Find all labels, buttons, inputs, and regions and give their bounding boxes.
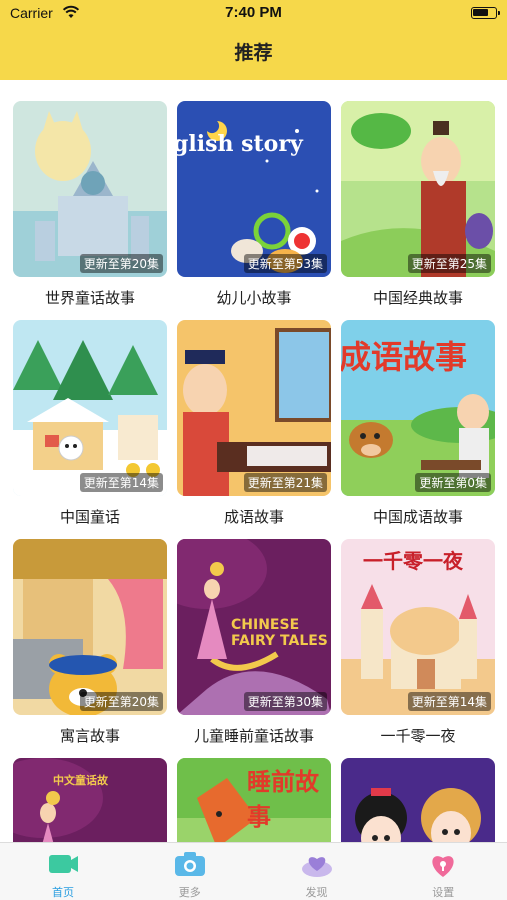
episode-badge: 更新至第14集 bbox=[79, 473, 163, 492]
heart-lock-icon bbox=[432, 856, 454, 877]
story-card[interactable]: 更新至第20集寓言故事 bbox=[13, 539, 167, 746]
story-thumbnail[interactable]: 更新至第21集 bbox=[177, 320, 331, 496]
fairy-purple-2-illustration bbox=[13, 758, 167, 842]
story-title[interactable]: 一千零一夜 bbox=[341, 725, 495, 746]
scholar-illustration bbox=[177, 320, 331, 496]
tab-label: 首页 bbox=[52, 886, 74, 899]
episode-badge: 更新至第20集 bbox=[79, 254, 163, 273]
story-thumbnail[interactable]: 成语故事更新至第0集 bbox=[341, 320, 495, 496]
camera-icon bbox=[174, 852, 205, 876]
story-title[interactable]: 中国经典故事 bbox=[341, 287, 495, 308]
story-card[interactable]: 更新至第14集中国童话 bbox=[13, 320, 167, 527]
thumbnail-caption: 中文童话故 bbox=[53, 774, 108, 787]
story-thumbnail[interactable]: CHINESE FAIRY TALES 更新至第30集 bbox=[177, 539, 331, 715]
story-card[interactable]: 睡前故事 bbox=[177, 758, 331, 842]
episode-badge: 更新至第0集 bbox=[415, 473, 491, 492]
story-thumbnail[interactable]: 睡前故事 bbox=[177, 758, 331, 842]
episode-badge: 更新至第53集 bbox=[243, 254, 327, 273]
page-title: 推荐 bbox=[234, 42, 273, 64]
story-card[interactable]: 更新至第20集世界童话故事 bbox=[13, 101, 167, 308]
tab-label: 发现 bbox=[305, 886, 328, 899]
old-man-illustration bbox=[341, 101, 495, 277]
story-thumbnail[interactable]: 更新至第20集 bbox=[13, 101, 167, 277]
story-card[interactable]: CHINESE FAIRY TALES 更新至第30集儿童睡前童话故事 bbox=[177, 539, 331, 746]
story-card[interactable]: 更新至第21集成语故事 bbox=[177, 320, 331, 527]
princess-illustration bbox=[341, 758, 495, 842]
story-title[interactable]: 幼儿小故事 bbox=[177, 287, 331, 308]
thumbnail-caption: 一千零一夜 bbox=[363, 549, 463, 573]
thumbnail-caption: 成语故事 bbox=[341, 338, 468, 376]
status-bar: Carrier 7:40 PM bbox=[0, 0, 507, 28]
bear-house-illustration bbox=[13, 539, 167, 715]
story-thumbnail[interactable]: 一千零一夜更新至第14集 bbox=[341, 539, 495, 715]
battery-fill bbox=[473, 9, 488, 16]
story-card[interactable]: 中文童话故 bbox=[13, 758, 167, 842]
video-camera-icon bbox=[49, 855, 78, 873]
tab-label: 更多 bbox=[178, 886, 201, 899]
story-thumbnail[interactable] bbox=[341, 758, 495, 842]
story-title[interactable]: 寓言故事 bbox=[13, 725, 167, 746]
story-card[interactable] bbox=[341, 758, 495, 842]
story-title[interactable]: 世界童话故事 bbox=[13, 287, 167, 308]
story-title[interactable]: 中国成语故事 bbox=[341, 506, 495, 527]
tab-2[interactable]: 更多 bbox=[127, 843, 253, 900]
tab-1[interactable]: 首页 bbox=[0, 843, 126, 900]
story-thumbnail[interactable]: 中文童话故 bbox=[13, 758, 167, 842]
tab-4[interactable]: 设置 bbox=[380, 843, 506, 900]
story-card[interactable]: glish story 更新至第53集幼儿小故事 bbox=[177, 101, 331, 308]
story-thumbnail[interactable]: 更新至第25集 bbox=[341, 101, 495, 277]
episode-badge: 更新至第20集 bbox=[79, 692, 163, 711]
story-title[interactable]: 儿童睡前童话故事 bbox=[177, 725, 331, 746]
story-card[interactable]: 更新至第25集中国经典故事 bbox=[341, 101, 495, 308]
episode-badge: 更新至第30集 bbox=[243, 692, 327, 711]
tab-3[interactable]: 发现 bbox=[254, 843, 380, 900]
story-thumbnail[interactable]: 更新至第14集 bbox=[13, 320, 167, 496]
story-card[interactable]: 一千零一夜 更新至第14集 一千零一夜 bbox=[341, 539, 495, 746]
story-title[interactable]: 中国童话 bbox=[13, 506, 167, 527]
header-bar: Carrier 7:40 PM 推荐 bbox=[0, 0, 507, 80]
episode-badge: 更新至第21集 bbox=[243, 473, 327, 492]
story-card[interactable]: 成语故事更新至第0集中国成语故事 bbox=[341, 320, 495, 527]
english-story-illustration bbox=[177, 101, 331, 277]
story-thumbnail[interactable]: 更新至第20集 bbox=[13, 539, 167, 715]
story-grid[interactable]: 更新至第20集 世界童话故事 glish story 更新至第53集 幼儿小故事 更新… bbox=[0, 80, 507, 842]
story-thumbnail[interactable]: glish story 更新至第53集 bbox=[177, 101, 331, 277]
episode-badge: 更新至第25集 bbox=[407, 254, 491, 273]
tab-label: 设置 bbox=[432, 886, 455, 899]
battery-icon bbox=[471, 7, 500, 19]
tab-bar: 首页 更多 发现 设置 bbox=[0, 842, 507, 900]
heart-cloud-icon bbox=[301, 857, 332, 877]
thumbnail-caption: 睡前故事 bbox=[247, 768, 319, 831]
story-title[interactable]: 成语故事 bbox=[177, 506, 331, 527]
thumbnail-caption: glish story bbox=[177, 131, 303, 157]
clock: 7:40 PM bbox=[225, 4, 282, 21]
snow-house-illustration bbox=[13, 320, 167, 496]
thumbnail-caption: CHINESE FAIRY TALES bbox=[231, 617, 328, 649]
castle-cat-illustration bbox=[13, 101, 167, 277]
episode-badge: 更新至第14集 bbox=[407, 692, 491, 711]
